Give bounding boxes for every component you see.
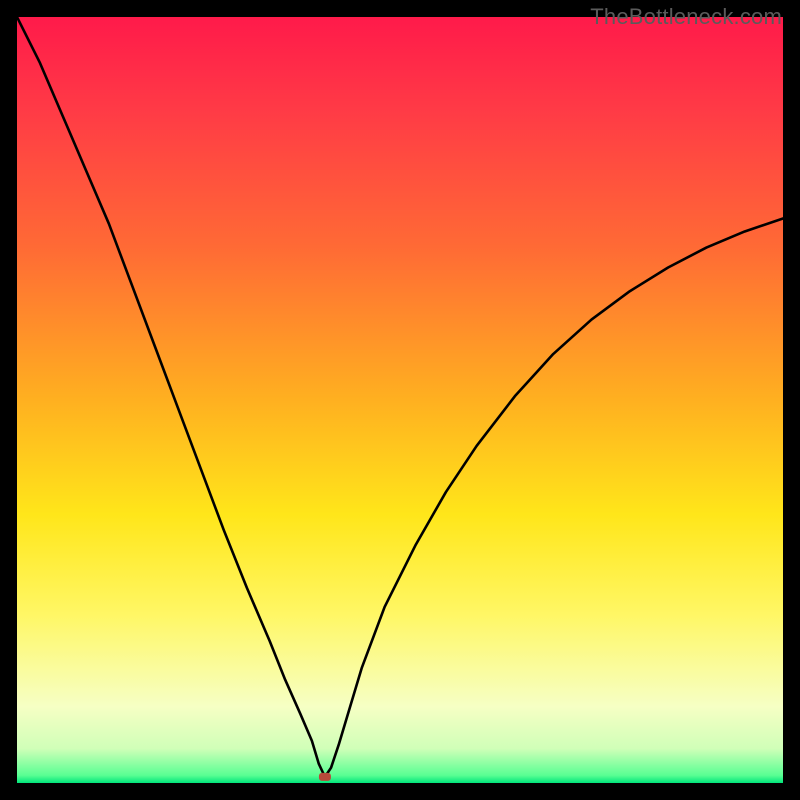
gradient-background bbox=[17, 17, 783, 783]
plot-area bbox=[17, 17, 783, 783]
watermark-label: TheBottleneck.com bbox=[590, 4, 782, 30]
chart-svg bbox=[17, 17, 783, 783]
minimum-marker bbox=[319, 773, 331, 781]
chart-frame: TheBottleneck.com bbox=[0, 0, 800, 800]
